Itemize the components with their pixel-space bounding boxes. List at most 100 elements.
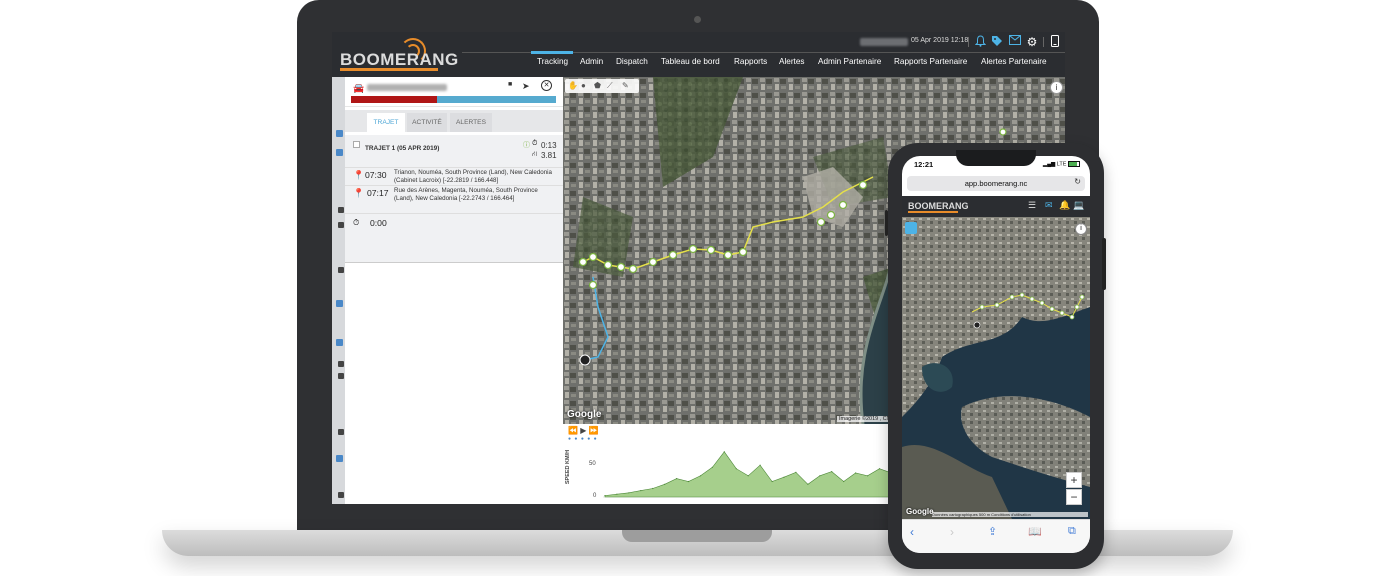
nav-item-rapports-partenaire[interactable]: Rapports Partenaire	[894, 57, 967, 66]
stop-row[interactable]: 📍 07:30 Trianon, Nouméa, South Province …	[345, 167, 563, 185]
nav-item-admin-partenaire[interactable]: Admin Partenaire	[818, 57, 881, 66]
speed-data-point	[771, 480, 773, 483]
gear-icon[interactable]: ⚙	[1025, 35, 1039, 49]
network-type: LTE	[1056, 161, 1067, 168]
bell-icon[interactable]: 🔔	[1059, 200, 1070, 211]
nav-item-rapports[interactable]: Rapports	[734, 57, 767, 66]
speed-data-point	[640, 490, 642, 492]
map-info-button[interactable]: i	[1050, 81, 1063, 94]
hand-tool-icon[interactable]: ✋	[568, 81, 578, 90]
vehicle-checkbox[interactable]	[336, 149, 343, 156]
circle-tool-icon[interactable]: ●	[581, 81, 586, 90]
boomerang-logo[interactable]: BOOMERANG	[340, 38, 458, 72]
browser-url-bar[interactable]: app.boomerang.nc ↻	[907, 176, 1085, 191]
clock-icon	[338, 492, 344, 498]
stop-time: 07:17	[367, 188, 389, 198]
phone-map-info-button[interactable]: i	[1075, 223, 1087, 235]
stop-icon[interactable]: ■	[508, 81, 512, 88]
phone-screen: 12:21 ▂▄▆ LTE app.boomerang.nc ↻ BOOMERA…	[902, 156, 1090, 553]
laptop-notch	[622, 530, 772, 542]
vehicle-checkbox[interactable]	[336, 300, 343, 307]
vehicle-checkbox[interactable]	[336, 339, 343, 346]
browser-url: app.boomerang.nc	[964, 179, 1028, 188]
speed-data-point	[866, 475, 869, 477]
tab-trajet[interactable]: TRAJET	[367, 113, 405, 132]
phone-satellite-map[interactable]	[902, 217, 1090, 519]
locate-icon[interactable]: ➤	[522, 81, 530, 92]
map-pin-icon: 📍	[353, 188, 365, 198]
phone-logo[interactable]: BOOMERANG	[908, 201, 969, 211]
trip-checkbox[interactable]	[353, 141, 360, 148]
laptop-icon[interactable]: 💻	[1073, 200, 1084, 211]
vehicle-checkbox[interactable]	[336, 130, 343, 137]
bookmarks-icon[interactable]: 📖	[1028, 525, 1042, 538]
mail-icon[interactable]: ✉	[1045, 200, 1053, 211]
bell-icon[interactable]	[973, 35, 987, 49]
pin-icon	[338, 373, 344, 379]
speed-data-point	[807, 483, 809, 485]
layers-icon[interactable]	[905, 222, 917, 234]
progress-segment-red	[351, 96, 438, 103]
edit-tool-icon[interactable]: ✎	[622, 81, 629, 90]
tag-icon[interactable]	[990, 35, 1004, 49]
speed-data-point	[831, 471, 833, 473]
stop-row[interactable]: 📍 07:17 Rue des Arènes, Magenta, Nouméa,…	[345, 185, 563, 213]
close-icon[interactable]: ✕	[541, 80, 552, 91]
nav-item-tableau-de-bord[interactable]: Tableau de bord	[661, 57, 720, 66]
trip-title: TRAJET 1 (05 APR 2019)	[365, 145, 440, 152]
panel-tabs: TRAJET ACTIVITÉ ALERTES	[345, 110, 563, 132]
stop-time: 07:30	[365, 170, 387, 180]
map-draw-toolbar: ✋ ● ⬟ ⟋ ✎	[565, 79, 639, 93]
back-icon[interactable]: ‹	[910, 525, 914, 539]
speed-data-point	[747, 475, 749, 477]
stop-time: 0:00	[370, 218, 387, 228]
user-name-blurred	[860, 38, 908, 46]
zoom-out-button[interactable]: −	[1066, 489, 1082, 505]
speed-data-point	[616, 493, 618, 495]
menu-icon[interactable]: ☰	[1028, 200, 1036, 211]
stop-row[interactable]: ⏱ 0:00	[345, 213, 563, 235]
speed-data-point	[664, 483, 666, 485]
header-separator	[1043, 37, 1044, 47]
car-icon: 🚘	[353, 83, 365, 93]
pin-icon	[338, 222, 344, 228]
tab-alertes[interactable]: ALERTES	[450, 113, 492, 132]
nav-item-alertes[interactable]: Alertes	[779, 57, 804, 66]
tab-activite[interactable]: ACTIVITÉ	[407, 113, 447, 132]
polygon-tool-icon[interactable]: ⬟	[594, 81, 601, 90]
nav-item-tracking[interactable]: Tracking	[537, 57, 568, 66]
nav-item-admin[interactable]: Admin	[580, 57, 603, 66]
nav-active-indicator	[531, 51, 573, 54]
vehicle-checkbox[interactable]	[336, 455, 343, 462]
phone-map-canvas	[902, 217, 1090, 519]
phone-volume-button	[885, 210, 888, 236]
nav-item-dispatch[interactable]: Dispatch	[616, 57, 648, 66]
share-icon[interactable]: ⇪	[988, 525, 997, 538]
info-icon[interactable]: ⓘ	[523, 140, 530, 150]
trip-progress-bar	[351, 96, 556, 103]
forward-icon[interactable]: ›	[950, 525, 954, 539]
app-header: BOOMERANG 05 Apr 2019 12:18 ⚙ Tracking A…	[332, 32, 1065, 77]
speed-data-point	[735, 468, 737, 470]
logo-text: BOOMERANG	[340, 50, 459, 69]
nav-item-alertes-partenaire[interactable]: Alertes Partenaire	[981, 57, 1047, 66]
road-icon	[338, 267, 344, 273]
speed-data-point	[843, 480, 845, 483]
tabs-icon[interactable]: ⧉	[1068, 525, 1076, 538]
reload-icon[interactable]: ↻	[1074, 177, 1081, 186]
vehicle-header: 🚘 ■ ➤ ✕	[345, 77, 563, 107]
main-nav: Tracking Admin Dispatch Tableau de bord …	[462, 51, 1065, 77]
line-tool-icon[interactable]: ⟋	[607, 81, 613, 91]
phone-google-logo: Google	[906, 507, 934, 516]
speed-data-point	[723, 451, 725, 453]
mail-icon[interactable]	[1008, 35, 1022, 49]
speed-data-point	[604, 495, 606, 497]
mobile-icon[interactable]	[1048, 35, 1062, 49]
zoom-in-button[interactable]: +	[1066, 472, 1082, 488]
stop-address: Trianon, Nouméa, South Province (Land), …	[394, 169, 552, 184]
trip-duration: 0:13	[541, 141, 557, 150]
trip-card: TRAJET 1 (05 APR 2019) ⓘ ⏱ 0:13 ⛙ 3.81 📍…	[345, 135, 563, 263]
vehicle-list-strip	[332, 77, 345, 504]
google-logo: Google	[567, 409, 602, 420]
clock-icon	[338, 361, 344, 367]
